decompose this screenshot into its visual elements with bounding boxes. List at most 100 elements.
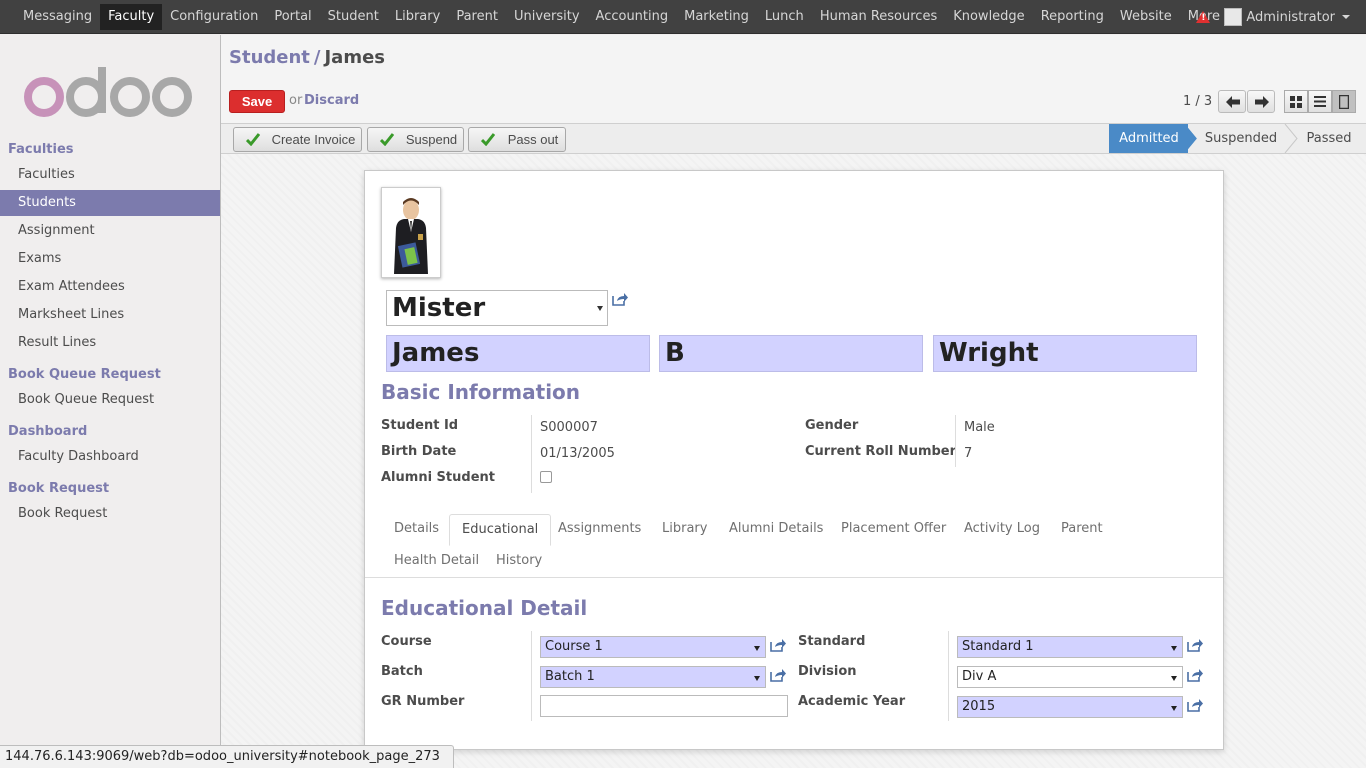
alumni-student-label: Alumni Student xyxy=(381,470,495,485)
arrow-left-icon xyxy=(1226,96,1240,108)
sidebar-item-marksheet-lines[interactable]: Marksheet Lines xyxy=(0,302,220,328)
status-bar: Create Invoice Suspend Pass out Admitted… xyxy=(221,123,1366,154)
tab-activity-log[interactable]: Activity Log xyxy=(952,514,1052,546)
discard-link[interactable]: Discard xyxy=(304,93,359,108)
warning-icon[interactable]: ! xyxy=(1196,11,1211,23)
gender-label: Gender xyxy=(805,418,859,433)
check-icon xyxy=(380,133,394,146)
next-record-button[interactable] xyxy=(1247,90,1275,113)
student-avatar-image xyxy=(382,188,440,277)
sidebar-item-students[interactable]: Students xyxy=(0,190,220,216)
stage-suspended[interactable]: Suspended xyxy=(1198,124,1284,153)
external-link-icon[interactable] xyxy=(1187,698,1203,712)
list-icon xyxy=(1314,96,1326,107)
chevron-down-icon[interactable] xyxy=(1342,15,1350,19)
check-icon xyxy=(481,133,495,146)
tab-parent[interactable]: Parent xyxy=(1049,514,1115,546)
pass-out-button[interactable]: Pass out xyxy=(468,127,566,152)
sidebar-item-faculty-dashboard[interactable]: Faculty Dashboard xyxy=(0,444,220,470)
tab-history[interactable]: History xyxy=(484,546,554,578)
topnav-parent[interactable]: Parent xyxy=(448,4,506,30)
last-name-field[interactable]: Wright xyxy=(933,335,1197,372)
chevron-down-icon xyxy=(597,306,603,311)
odoo-logo xyxy=(24,67,192,117)
tab-library[interactable]: Library xyxy=(650,514,719,546)
user-menu-area: ! Administrator xyxy=(1196,0,1350,34)
form-icon xyxy=(1339,95,1349,109)
division-select[interactable]: Div A xyxy=(957,666,1183,688)
tab-details[interactable]: Details xyxy=(382,514,451,546)
topnav-website[interactable]: Website xyxy=(1112,4,1180,30)
sidebar-item-result-lines[interactable]: Result Lines xyxy=(0,330,220,356)
topnav-human-resources[interactable]: Human Resources xyxy=(812,4,945,30)
form-view-button[interactable] xyxy=(1332,90,1356,113)
tab-health-detail[interactable]: Health Detail xyxy=(382,546,491,578)
sidebar-item-book-request[interactable]: Book Request xyxy=(0,501,220,527)
external-link-icon[interactable] xyxy=(1187,638,1203,652)
external-link-icon[interactable] xyxy=(770,638,786,652)
breadcrumb-parent[interactable]: Student xyxy=(229,47,310,68)
divider xyxy=(531,631,532,721)
suspend-button[interactable]: Suspend xyxy=(367,127,464,152)
kanban-view-button[interactable] xyxy=(1284,90,1308,113)
sidebar-item-exams[interactable]: Exams xyxy=(0,246,220,272)
list-view-button[interactable] xyxy=(1308,90,1332,113)
breadcrumb-separator: / xyxy=(313,47,321,68)
title-select[interactable]: Mister xyxy=(386,290,608,326)
gr-number-input[interactable] xyxy=(540,695,788,717)
topnav-marketing[interactable]: Marketing xyxy=(676,4,757,30)
academic-year-select[interactable]: 2015 xyxy=(957,696,1183,718)
topnav-accounting[interactable]: Accounting xyxy=(588,4,677,30)
form-sheet: Mister James B Wright Basic Information … xyxy=(364,170,1224,750)
sidebar-item-faculties[interactable]: Faculties xyxy=(0,162,220,188)
alumni-student-checkbox[interactable] xyxy=(540,471,552,483)
title-value: Mister xyxy=(392,293,486,323)
sidebar-section-book-request: Book Request xyxy=(8,481,110,496)
divider xyxy=(955,415,956,467)
tab-placement-offer[interactable]: Placement Offer xyxy=(829,514,958,546)
topnav-faculty[interactable]: Faculty xyxy=(100,4,163,30)
external-link-icon[interactable] xyxy=(770,668,786,682)
batch-select[interactable]: Batch 1 xyxy=(540,666,766,688)
create-invoice-label: Create Invoice xyxy=(271,132,356,147)
topnav-lunch[interactable]: Lunch xyxy=(757,4,812,30)
topnav-library[interactable]: Library xyxy=(387,4,448,30)
middle-name-field[interactable]: B xyxy=(659,335,923,372)
topnav-university[interactable]: University xyxy=(506,4,588,30)
sidebar-item-assignment[interactable]: Assignment xyxy=(0,218,220,244)
topnav-portal[interactable]: Portal xyxy=(266,4,319,30)
suspend-label: Suspend xyxy=(405,132,458,147)
stage-admitted[interactable]: Admitted xyxy=(1110,124,1188,153)
external-link-icon[interactable] xyxy=(1187,668,1203,682)
topnav-configuration[interactable]: Configuration xyxy=(162,4,266,30)
student-id-label: Student Id xyxy=(381,418,459,433)
topnav-knowledge[interactable]: Knowledge xyxy=(945,4,1032,30)
breadcrumb-current: James xyxy=(324,47,386,68)
current-roll-number-value: 7 xyxy=(964,446,973,461)
course-select[interactable]: Course 1 xyxy=(540,636,766,658)
save-button[interactable]: Save xyxy=(229,90,285,113)
sidebar-item-book-queue-request[interactable]: Book Queue Request xyxy=(0,387,220,413)
previous-record-button[interactable] xyxy=(1218,90,1246,113)
standard-value: Standard 1 xyxy=(962,639,1034,654)
create-invoice-button[interactable]: Create Invoice xyxy=(233,127,362,152)
user-name[interactable]: Administrator xyxy=(1246,10,1335,25)
top-navbar: Messaging Faculty Configuration Portal S… xyxy=(0,0,1366,34)
division-value: Div A xyxy=(962,669,997,684)
topnav-reporting[interactable]: Reporting xyxy=(1033,4,1112,30)
first-name-field[interactable]: James xyxy=(386,335,650,372)
external-link-icon[interactable] xyxy=(612,292,628,306)
tab-alumni-details[interactable]: Alumni Details xyxy=(717,514,835,546)
tab-assignments[interactable]: Assignments xyxy=(546,514,653,546)
standard-label: Standard xyxy=(798,634,866,649)
stage-passed[interactable]: Passed xyxy=(1296,124,1362,153)
academic-year-label: Academic Year xyxy=(798,694,906,709)
division-label: Division xyxy=(798,664,857,679)
standard-select[interactable]: Standard 1 xyxy=(957,636,1183,658)
tab-educational[interactable]: Educational xyxy=(449,514,552,546)
student-photo[interactable] xyxy=(381,187,441,278)
sidebar-item-exam-attendees[interactable]: Exam Attendees xyxy=(0,274,220,300)
topnav-student[interactable]: Student xyxy=(320,4,387,30)
topnav-messaging[interactable]: Messaging xyxy=(15,4,100,30)
avatar[interactable] xyxy=(1224,8,1243,26)
